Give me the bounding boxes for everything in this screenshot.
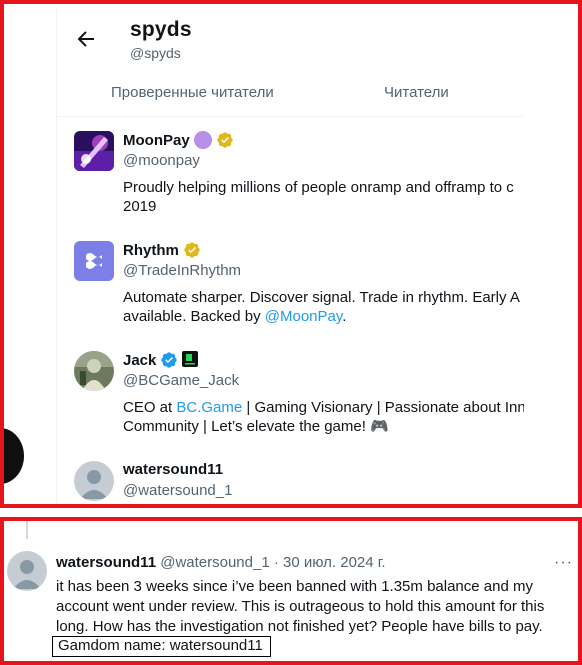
user-name[interactable]: MoonPay [123, 132, 190, 149]
gold-verified-icon [216, 131, 234, 149]
thread-connector-line [26, 521, 28, 539]
avatar[interactable] [74, 241, 114, 281]
tweet-line: it has been 3 weeks since i’ve been bann… [56, 578, 533, 595]
more-options-icon[interactable]: ··· [554, 554, 573, 572]
user-handle[interactable]: @watersound_1 [123, 482, 232, 499]
name-row: MoonPay [123, 131, 234, 149]
user-handle[interactable]: @BCGame_Jack [123, 372, 239, 389]
tweet-text: it has been 3 weeks since i’ve been bann… [56, 577, 576, 637]
affiliate-badge-icon [193, 131, 212, 149]
name-row: watersound11 [123, 461, 223, 478]
mention-link[interactable]: @MoonPay [265, 308, 342, 325]
profile-handle: @spyds [130, 45, 181, 61]
tweet-author-name[interactable]: watersound11 [56, 554, 156, 571]
bio-line: 2019 [123, 198, 157, 215]
tweet-panel: watersound11 @watersound_1 · 30 июл. 202… [0, 517, 582, 665]
tab-verified-followers[interactable]: Проверенные читатели [111, 84, 274, 101]
name-row: Jack [123, 351, 200, 369]
user-bio: CEO at BC.Game | Gaming Visionary | Pass… [123, 398, 524, 436]
followers-panel: spyds @spyds Проверенные читатели Читате… [0, 0, 582, 508]
bio-line: Automate sharper. Discover signal. Trade… [123, 289, 520, 306]
bio-line: Proudly helping millions of people onram… [123, 179, 514, 196]
avatar[interactable] [74, 131, 114, 171]
user-name[interactable]: Rhythm [123, 242, 179, 259]
user-name[interactable]: Jack [123, 352, 156, 369]
bio-text: | Gaming Visionary | Passionate about In… [242, 399, 524, 416]
name-row: Rhythm [123, 241, 201, 259]
floating-button-fragment[interactable] [4, 428, 24, 484]
tweet-author-meta[interactable]: @watersound_1 · 30 июл. 2024 г. [156, 554, 385, 571]
bio-text: . [342, 308, 347, 325]
user-bio: Automate sharper. Discover signal. Trade… [123, 288, 524, 326]
profile-name: spyds [130, 18, 192, 41]
bio-text: CEO at [123, 399, 177, 416]
followers-list-view: spyds @spyds Проверенные читатели Читате… [56, 7, 524, 504]
bio-line: Community | Let’s elevate the game! 🎮 [123, 418, 389, 435]
tab-bar: Проверенные читатели Читатели [56, 67, 524, 117]
default-avatar-icon[interactable] [74, 461, 114, 501]
gold-verified-icon [183, 241, 201, 259]
default-avatar-icon[interactable] [7, 551, 47, 591]
user-handle[interactable]: @TradeInRhythm [123, 262, 241, 279]
tweet-line: account went under review. This is outra… [56, 598, 545, 615]
user-handle[interactable]: @moonpay [123, 152, 200, 169]
bcgame-link[interactable]: BC.Game [176, 399, 242, 416]
back-arrow-icon[interactable] [74, 27, 98, 51]
tweet-line: long. How has the investigation not fini… [56, 618, 543, 635]
gamdom-name-highlight: Gamdom name: watersound11 [52, 636, 271, 657]
affiliate-logo-icon [182, 351, 200, 369]
tab-followers[interactable]: Читатели [384, 84, 449, 101]
bio-text: available. Backed by [123, 308, 265, 325]
blue-verified-icon [160, 351, 178, 369]
avatar[interactable] [74, 351, 114, 391]
user-bio: Proudly helping millions of people onram… [123, 178, 524, 216]
user-name[interactable]: watersound11 [123, 461, 223, 478]
tweet-header: watersound11 @watersound_1 · 30 июл. 202… [56, 554, 386, 571]
